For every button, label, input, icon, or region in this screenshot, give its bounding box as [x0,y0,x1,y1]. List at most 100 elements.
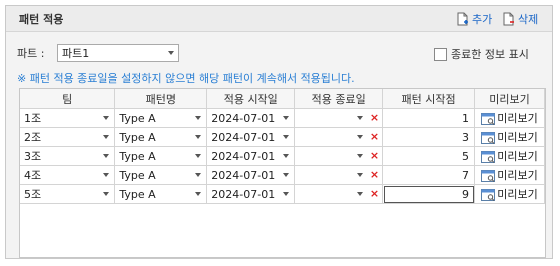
pattern-table: 팀 패턴명 적용 시작일 적용 종료일 패턴 시작점 미리보기 1조 Type … [20,89,545,204]
end-date-select[interactable] [297,110,366,126]
column-header-start-point: 패턴 시작점 [382,89,476,109]
pattern-select[interactable]: Type A [117,129,204,145]
delete-file-icon [503,12,514,25]
chevron-down-icon [195,116,202,120]
pattern-select[interactable]: Type A [117,110,204,126]
team-select[interactable]: 2조 [22,129,112,145]
column-header-pattern: 패턴명 [114,89,208,109]
chevron-down-icon [283,116,290,120]
clear-end-date-icon[interactable]: × [370,130,379,143]
start-date-value: 2024-07-01 [211,130,276,144]
pattern-grid: 팀 패턴명 적용 시작일 적용 종료일 패턴 시작점 미리보기 1조 Type … [19,88,546,258]
chevron-down-icon [283,154,290,158]
start-date-select[interactable]: 2024-07-01 [209,110,292,126]
chevron-down-icon [357,154,364,158]
team-value: 2조 [24,131,42,144]
chevron-down-icon [103,192,110,196]
notice-text: ※ 패턴 적용 종료일을 설정하지 않으면 해당 패턴이 계속해서 적용됩니다. [17,72,355,85]
start-date-value: 2024-07-01 [211,168,276,182]
chevron-down-icon [103,116,110,120]
start-point-input[interactable]: 3 [382,127,476,147]
start-point-input[interactable]: 5 [382,146,476,166]
pattern-select[interactable]: Type A [117,186,204,202]
show-ended-checkbox[interactable] [434,47,447,61]
start-date-select[interactable]: 2024-07-01 [209,167,292,183]
chevron-down-icon [103,154,110,158]
preview-label: 미리보기 [497,188,538,201]
end-date-select[interactable] [297,148,366,164]
team-value: 1조 [24,112,42,125]
pattern-value: Type A [119,187,156,201]
table-row: 2조 Type A 2024-07-01 × 3 미리보기 [20,127,545,147]
show-ended-label: 종료한 정보 표시 [451,48,529,61]
start-point-input[interactable]: 7 [382,165,476,185]
chevron-down-icon [195,192,202,196]
start-point-input[interactable]: 9 [382,184,476,204]
calendar-preview-icon [481,112,496,125]
chevron-down-icon [103,173,110,177]
add-button[interactable]: 추가 [457,11,492,26]
pattern-select[interactable]: Type A [117,148,204,164]
pattern-select[interactable]: Type A [117,167,204,183]
calendar-preview-icon [481,150,496,163]
preview-button[interactable]: 미리보기 [477,148,542,164]
pattern-value: Type A [119,168,156,182]
column-header-preview: 미리보기 [474,89,545,109]
pattern-value: Type A [119,111,156,125]
chevron-down-icon [357,116,364,120]
team-value: 5조 [24,188,42,201]
start-date-value: 2024-07-01 [211,111,276,125]
column-header-start-date: 적용 시작일 [206,89,296,109]
calendar-preview-icon [481,188,496,201]
preview-button[interactable]: 미리보기 [477,110,542,126]
clear-end-date-icon[interactable]: × [370,187,379,200]
chevron-down-icon [283,192,290,196]
end-date-select[interactable] [297,167,366,183]
calendar-preview-icon [481,131,496,144]
delete-button[interactable]: 삭제 [503,11,538,26]
start-point-input[interactable]: 1 [382,108,476,128]
chevron-down-icon [357,192,364,196]
chevron-down-icon [283,173,290,177]
preview-label: 미리보기 [497,131,538,144]
part-row: 파트 : 파트1 [17,44,179,62]
start-date-value: 2024-07-01 [211,149,276,163]
pattern-value: Type A [119,149,156,163]
clear-end-date-icon[interactable]: × [370,168,379,181]
end-date-select[interactable] [297,186,366,202]
start-date-select[interactable]: 2024-07-01 [209,148,292,164]
chevron-down-icon [357,173,364,177]
show-ended-toggle[interactable]: 종료한 정보 표시 [434,46,529,62]
table-row: 3조 Type A 2024-07-01 × 5 미리보기 [20,146,545,166]
clear-end-date-icon[interactable]: × [370,149,379,162]
table-header-row: 팀 패턴명 적용 시작일 적용 종료일 패턴 시작점 미리보기 [20,89,545,109]
chevron-down-icon [195,154,202,158]
chevron-down-icon [357,135,364,139]
start-date-select[interactable]: 2024-07-01 [209,186,292,202]
column-header-end-date: 적용 종료일 [294,89,384,109]
add-button-label: 추가 [472,12,493,26]
preview-label: 미리보기 [497,150,538,163]
pattern-value: Type A [119,130,156,144]
chevron-down-icon [283,135,290,139]
team-select[interactable]: 1조 [22,110,112,126]
team-select[interactable]: 4조 [22,167,112,183]
preview-label: 미리보기 [497,169,538,182]
preview-button[interactable]: 미리보기 [477,129,542,145]
pattern-apply-panel: 패턴 적용 추가 삭제 파트 : 파트1 종료한 정보 표시 ※ 패턴 적용 종… [5,5,553,259]
team-select[interactable]: 5조 [22,186,112,202]
panel-title: 패턴 적용 [19,13,64,26]
column-header-team: 팀 [20,89,116,109]
part-select-value: 파트1 [62,47,90,60]
team-select[interactable]: 3조 [22,148,112,164]
preview-button[interactable]: 미리보기 [477,186,542,202]
part-select[interactable]: 파트1 [57,44,179,62]
start-date-value: 2024-07-01 [211,187,276,201]
panel-header: 패턴 적용 추가 삭제 [6,6,552,32]
start-date-select[interactable]: 2024-07-01 [209,129,292,145]
preview-button[interactable]: 미리보기 [477,167,542,183]
preview-label: 미리보기 [497,112,538,125]
end-date-select[interactable] [297,129,366,145]
chevron-down-icon [103,135,110,139]
clear-end-date-icon[interactable]: × [370,111,379,124]
